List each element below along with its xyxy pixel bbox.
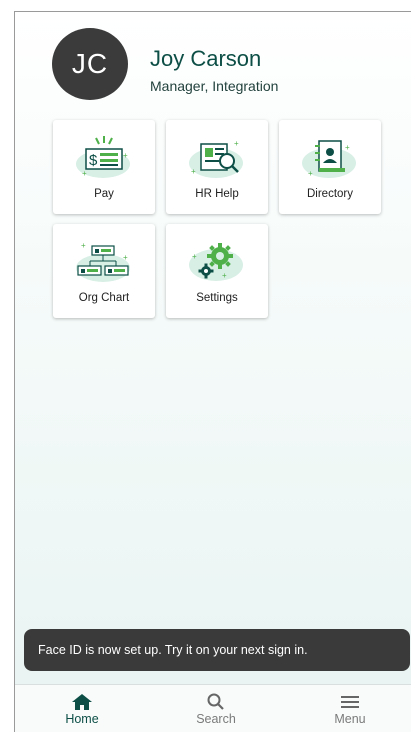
tile-label: Pay — [94, 188, 114, 200]
nav-home-label: Home — [65, 712, 99, 726]
nav-menu[interactable]: Menu — [300, 685, 400, 732]
profile-name: Joy Carson — [150, 46, 262, 71]
home-icon — [72, 694, 92, 710]
pay-icon: $ + + — [76, 136, 130, 178]
svg-text:+: + — [234, 139, 239, 148]
svg-text:+: + — [308, 169, 313, 178]
avatar[interactable]: JC — [52, 28, 128, 100]
avatar-initials: JC — [71, 48, 109, 79]
svg-text:+: + — [123, 253, 128, 262]
svg-text:+: + — [82, 169, 87, 178]
tile-label: Settings — [196, 292, 238, 304]
tile-hr-help[interactable]: + + HR Help — [166, 120, 268, 214]
search-icon — [207, 693, 224, 710]
settings-icon: + + — [189, 243, 243, 281]
hr-help-icon: + + — [189, 139, 243, 178]
svg-text:$: $ — [89, 152, 98, 169]
tile-org-chart[interactable]: + + Org Chart — [53, 224, 155, 318]
tile-settings[interactable]: + + Settings — [166, 224, 268, 318]
tile-pay[interactable]: $ + + Pay — [53, 120, 155, 214]
app-screen: JC Joy Carson Manager, Integration $ + +… — [14, 11, 411, 732]
svg-text:+: + — [191, 167, 196, 176]
tile-label: HR Help — [195, 188, 239, 200]
toast-message: Face ID is now set up. Try it on your ne… — [38, 643, 308, 657]
bottom-nav: Home Search Menu — [15, 684, 411, 732]
directory-icon: + + — [302, 140, 356, 178]
nav-search-label: Search — [196, 712, 236, 726]
tile-label: Directory — [306, 188, 353, 200]
nav-menu-label: Menu — [334, 712, 366, 726]
org-chart-icon: + + — [76, 241, 130, 282]
svg-text:+: + — [192, 252, 197, 261]
svg-text:+: + — [123, 151, 128, 160]
svg-text:+: + — [81, 241, 86, 250]
nav-search[interactable]: Search — [166, 685, 266, 732]
toast-notification: Face ID is now set up. Try it on your ne… — [24, 629, 410, 671]
nav-home[interactable]: Home — [32, 685, 132, 732]
svg-text:+: + — [345, 143, 350, 152]
svg-text:+: + — [222, 271, 227, 280]
menu-icon — [341, 696, 359, 708]
tile-label: Org Chart — [78, 292, 130, 304]
tile-directory[interactable]: + + Directory — [279, 120, 381, 214]
profile-title: Manager, Integration — [150, 78, 279, 94]
